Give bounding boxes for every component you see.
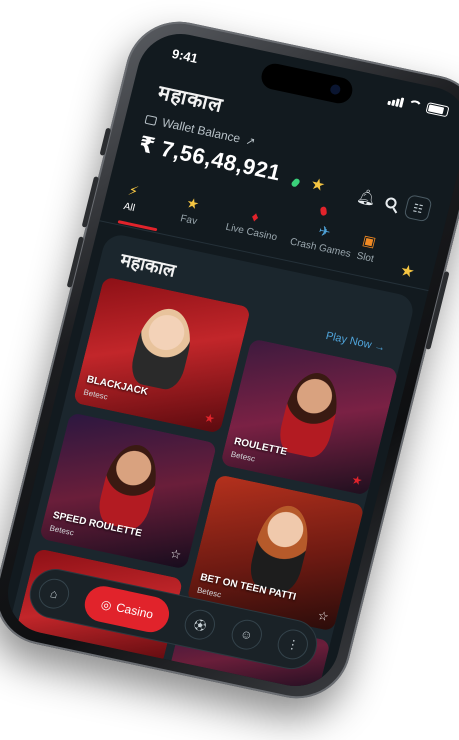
play-now-link[interactable]: Play Now → (324, 330, 386, 354)
tab-label: Crash Games (288, 236, 352, 261)
tab-slot[interactable]: ▣ Slot (355, 231, 379, 265)
tab-label: Live Casino (224, 221, 279, 244)
app-screen: 9:41 महाकाल Wallet Balance ↗ ₹ 7,56,48,9… (0, 26, 459, 694)
game-card-roulette[interactable]: ROULETTE Betesc ★ (220, 338, 399, 496)
home-icon[interactable]: ⌂ (35, 576, 73, 612)
casino-label: Casino (114, 600, 155, 622)
menu-icon[interactable]: ☷ (403, 194, 433, 223)
festive-light-red (320, 206, 328, 216)
tab-all[interactable]: ⚡ All (122, 182, 140, 214)
section-logo: महाकाल (118, 249, 178, 282)
game-card-blackjack[interactable]: BLACKJACK Betesc ★ (72, 276, 252, 434)
volume-down-button (66, 236, 85, 288)
signal-icon (387, 94, 405, 108)
wifi-icon (406, 98, 424, 112)
phone-frame: 9:41 महाकाल Wallet Balance ↗ ₹ 7,56,48,9… (0, 12, 459, 708)
tab-live-casino[interactable]: ♦ Live Casino (224, 203, 282, 243)
battery-icon (425, 102, 450, 118)
chip-icon: ◎ (99, 596, 114, 613)
wallet-panel[interactable]: Wallet Balance ↗ ₹ 7,56,48,921 (136, 112, 288, 187)
sports-icon[interactable]: ⚽︎ (181, 607, 219, 643)
search-icon[interactable] (384, 196, 398, 209)
arrow-up-right-icon: ↗ (244, 134, 257, 149)
plane-icon: ✈ (316, 222, 333, 241)
cards-icon: ♦ (249, 208, 261, 226)
lightning-icon: ⚡ (126, 181, 141, 200)
system-icons (387, 94, 450, 118)
tab-fav[interactable]: ★ Fav (179, 194, 203, 228)
volume-up-button (81, 176, 100, 228)
header-actions: 🔔︎ ☷ (354, 184, 433, 223)
tab-label: Fav (179, 213, 199, 228)
more-icon[interactable]: ⋮ (274, 626, 312, 663)
star-icon: ★ (184, 194, 201, 213)
festive-star-icon: ★ (308, 175, 327, 196)
phone-mockup: 9:41 महाकाल Wallet Balance ↗ ₹ 7,56,48,9… (0, 0, 459, 740)
wallet-icon (144, 114, 158, 126)
casino-button[interactable]: ◎ Casino (81, 582, 173, 636)
festive-light-green (290, 177, 301, 189)
mute-switch (99, 127, 112, 156)
slot-icon: ▣ (360, 231, 378, 250)
tab-label: All (122, 201, 136, 215)
status-time: 9:41 (170, 46, 200, 66)
tab-label: Slot (355, 250, 375, 265)
profile-icon[interactable]: ☺ (228, 616, 265, 653)
game-card-speed-roulette[interactable]: SPEED ROULETTE Betesc ☆ (38, 412, 218, 570)
active-tab-indicator (117, 220, 158, 232)
tab-crash-games[interactable]: ✈ Crash Games (289, 217, 357, 260)
bell-icon[interactable]: 🔔︎ (355, 187, 378, 208)
